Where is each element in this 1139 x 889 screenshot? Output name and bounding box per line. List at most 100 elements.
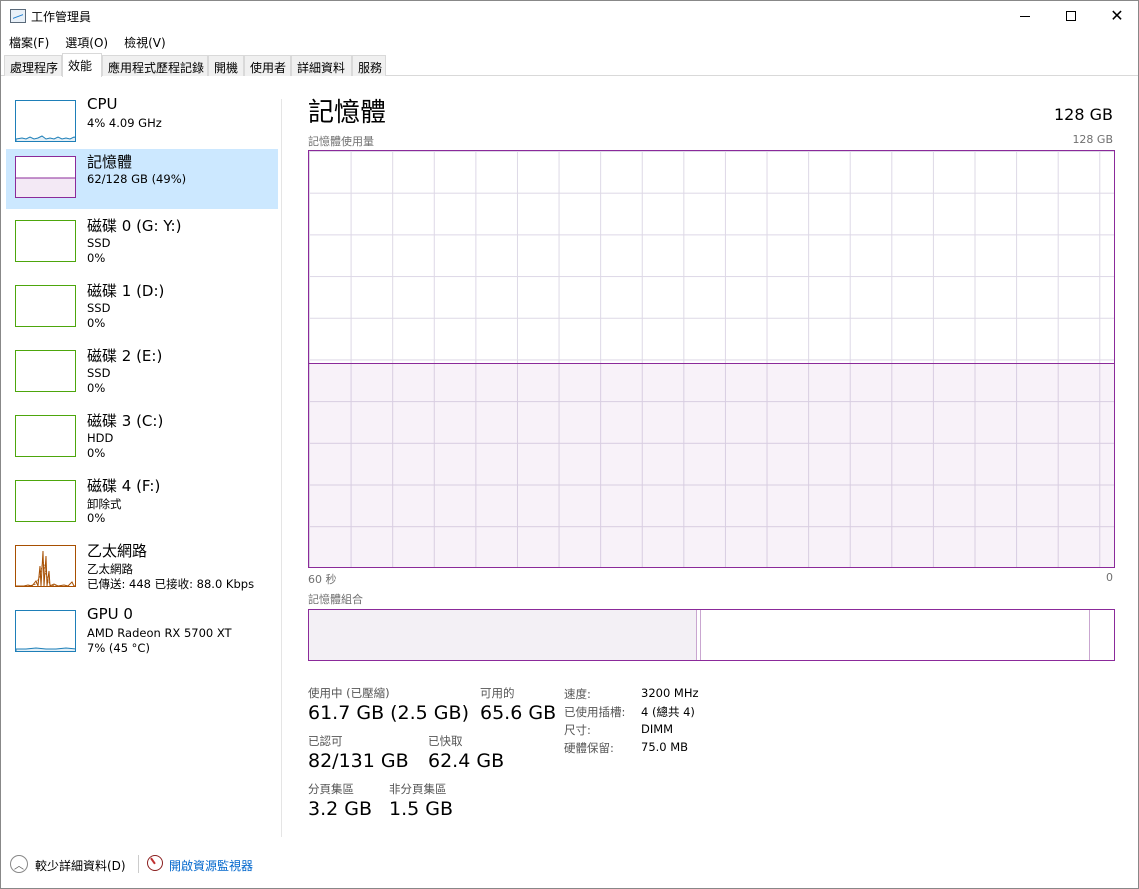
sidebar-item-detail: 62/128 GB (49%): [87, 172, 187, 186]
slots-used-key: 已使用插槽:: [564, 705, 626, 719]
sidebar-item-title: 磁碟 2 (E:): [87, 347, 163, 365]
graph-time-right: 0: [1106, 571, 1113, 584]
sidebar-item-ethernet[interactable]: 乙太網路 乙太網路 已傳送: 448 已接收: 88.0 Kbps: [6, 538, 278, 598]
in-use-label: 使用中 (已壓縮): [308, 686, 390, 700]
hardware-reserved-key: 硬體保留:: [564, 741, 614, 755]
sidebar-item-disk-1[interactable]: 磁碟 1 (D:) SSD 0%: [6, 278, 278, 338]
sidebar-item-detail: SSD: [87, 301, 111, 315]
menu-options[interactable]: 選項(O): [57, 31, 116, 51]
tab-details[interactable]: 詳細資料: [291, 55, 352, 76]
graph-time-left: 60 秒: [308, 573, 337, 586]
sidebar-item-memory[interactable]: 記憶體 62/128 GB (49%): [6, 149, 278, 209]
sidebar-item-disk-0[interactable]: 磁碟 0 (G: Y:) SSD 0%: [6, 213, 278, 273]
sidebar-item-detail: HDD: [87, 431, 114, 445]
menu-view[interactable]: 檢視(V): [116, 31, 174, 51]
sidebar-item-detail: AMD Radeon RX 5700 XT: [87, 626, 232, 640]
tab-startup[interactable]: 開機: [208, 55, 244, 76]
committed-value: 82/131 GB: [308, 750, 409, 772]
sidebar-item-usage: 7% (45 °C): [87, 641, 150, 655]
sidebar-item-usage: 0%: [87, 251, 106, 265]
paged-pool-value: 3.2 GB: [308, 798, 373, 820]
ethernet-thumbnail-graph: [15, 545, 76, 587]
maximize-icon: [1066, 11, 1076, 21]
sidebar-item-title: GPU 0: [87, 605, 133, 623]
sidebar-item-usage: 0%: [87, 511, 106, 525]
maximize-button[interactable]: [1048, 1, 1094, 31]
sidebar-item-throughput: 已傳送: 448 已接收: 88.0 Kbps: [87, 577, 255, 591]
cached-value: 62.4 GB: [428, 750, 505, 772]
memory-thumbnail-graph: [15, 156, 76, 198]
usage-graph-label: 記憶體使用量: [308, 135, 374, 148]
footer: ︿ 較少詳細資料(D) 開啟資源監視器: [1, 851, 1138, 881]
nonpaged-pool-label: 非分頁集區: [389, 782, 447, 796]
fewer-details-button[interactable]: 較少詳細資料(D): [35, 857, 126, 874]
sidebar-item-detail: SSD: [87, 366, 111, 380]
page-title: 記憶體: [308, 98, 387, 128]
sidebar-item-usage: 0%: [87, 316, 106, 330]
open-resource-monitor-link[interactable]: 開啟資源監視器: [169, 857, 253, 874]
sidebar-item-disk-2[interactable]: 磁碟 2 (E:) SSD 0%: [6, 343, 278, 403]
disk-thumbnail-graph: [15, 480, 76, 522]
total-memory: 128 GB: [1054, 105, 1113, 124]
memory-usage-graph: [308, 150, 1115, 568]
menu-file[interactable]: 檔案(F): [1, 31, 57, 51]
sidebar-item-title: 磁碟 0 (G: Y:): [87, 217, 182, 235]
composition-label: 記憶體組合: [308, 593, 363, 606]
sidebar-item-disk-3[interactable]: 磁碟 3 (C:) HDD 0%: [6, 408, 278, 468]
tab-users[interactable]: 使用者: [244, 55, 291, 76]
gpu-thumbnail-graph: [15, 610, 76, 652]
disk-thumbnail-graph: [15, 350, 76, 392]
chevron-up-icon[interactable]: ︿: [10, 855, 28, 873]
sidebar-item-detail: 乙太網路: [87, 562, 133, 576]
minimize-icon: [1020, 15, 1030, 17]
sidebar-item-gpu-0[interactable]: GPU 0 AMD Radeon RX 5700 XT 7% (45 °C): [6, 603, 278, 663]
sidebar-item-title: 磁碟 1 (D:): [87, 282, 165, 300]
sidebar-item-title: 磁碟 3 (C:): [87, 412, 164, 430]
cached-label: 已快取: [428, 734, 463, 748]
speed-value: 3200 MHz: [641, 686, 699, 700]
composition-in-use: [309, 610, 697, 660]
memory-composition-bar: [308, 609, 1115, 661]
tab-bar: 處理程序 效能 應用程式歷程記錄 開機 使用者 詳細資料 服務: [1, 53, 1138, 77]
composition-modified: [697, 610, 701, 660]
sidebar-item-detail: 4% 4.09 GHz: [87, 116, 162, 130]
disk-thumbnail-graph: [15, 415, 76, 457]
tab-processes[interactable]: 處理程序: [4, 55, 62, 76]
disk-thumbnail-graph: [15, 285, 76, 327]
usage-graph-max: 128 GB: [1072, 133, 1113, 146]
form-factor-value: DIMM: [641, 722, 674, 736]
sidebar-item-detail: SSD: [87, 236, 111, 250]
sidebar-item-disk-4[interactable]: 磁碟 4 (F:) 卸除式 0%: [6, 473, 278, 533]
speed-key: 速度:: [564, 687, 591, 701]
sidebar-item-title: CPU: [87, 95, 118, 113]
available-value: 65.6 GB: [480, 702, 557, 724]
disk-thumbnail-graph: [15, 220, 76, 262]
sidebar-divider: [281, 99, 282, 837]
sidebar-item-title: 記憶體: [87, 153, 133, 171]
close-icon: ✕: [1110, 6, 1124, 25]
form-factor-key: 尺寸:: [564, 723, 591, 737]
paged-pool-label: 分頁集區: [308, 782, 354, 796]
sidebar-item-cpu[interactable]: CPU 4% 4.09 GHz: [6, 93, 278, 153]
sidebar-item-usage: 0%: [87, 446, 106, 460]
cpu-thumbnail-graph: [15, 100, 76, 142]
sidebar-item-usage: 0%: [87, 381, 106, 395]
committed-label: 已認可: [308, 734, 343, 748]
slots-used-value: 4 (總共 4): [641, 705, 695, 719]
tab-performance[interactable]: 效能: [62, 53, 102, 77]
close-button[interactable]: ✕: [1094, 1, 1139, 31]
hardware-reserved-value: 75.0 MB: [641, 740, 689, 754]
menu-bar: 檔案(F) 選項(O) 檢視(V): [1, 31, 1138, 51]
tab-app-history[interactable]: 應用程式歷程記錄: [102, 55, 208, 76]
minimize-button[interactable]: [1002, 1, 1048, 31]
title-bar[interactable]: 工作管理員 ✕: [1, 1, 1138, 31]
task-manager-app-icon: [10, 9, 26, 23]
resource-monitor-icon[interactable]: [147, 855, 163, 871]
window-title: 工作管理員: [31, 10, 92, 24]
sidebar-item-title: 乙太網路: [87, 542, 148, 560]
composition-standby: [1089, 610, 1090, 660]
footer-separator: [138, 855, 139, 873]
sidebar-item-detail: 卸除式: [87, 497, 122, 511]
sidebar-item-title: 磁碟 4 (F:): [87, 477, 161, 495]
tab-services[interactable]: 服務: [352, 55, 386, 76]
